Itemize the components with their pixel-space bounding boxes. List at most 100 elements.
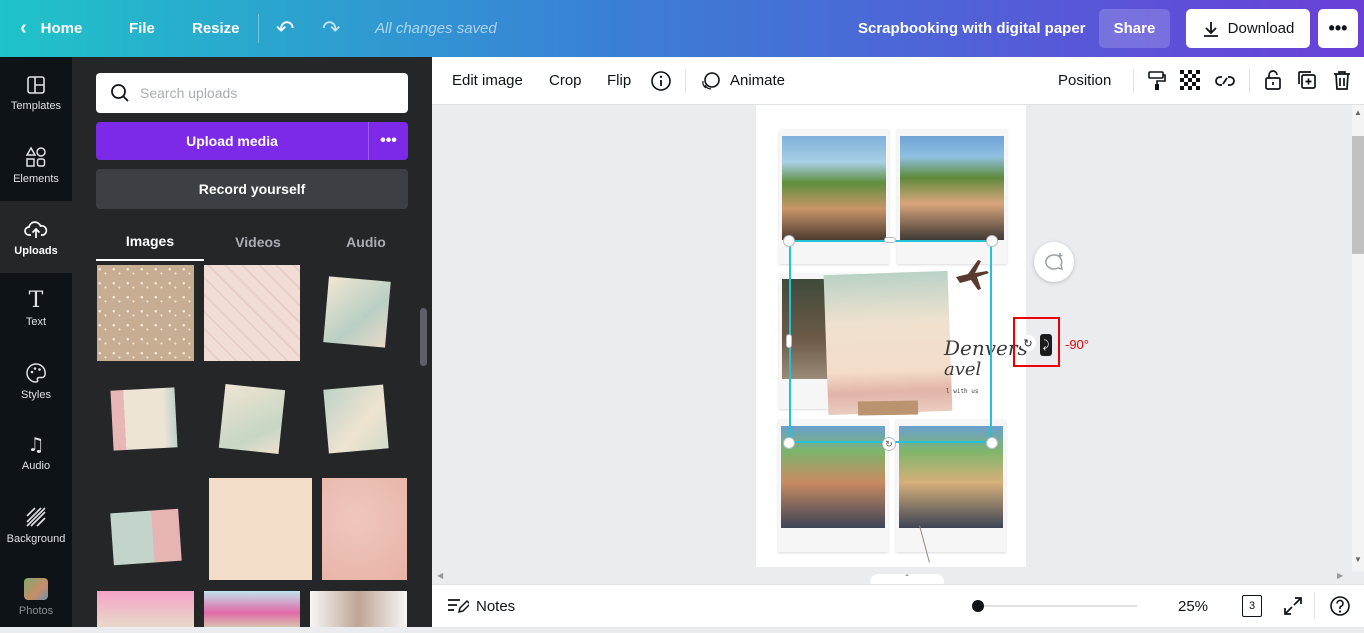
rail-label: Styles: [21, 388, 51, 401]
more-options-icon[interactable]: •••: [1318, 9, 1358, 48]
animate-button[interactable]: Animate: [730, 72, 785, 89]
document-title[interactable]: Scrapbooking with digital paper: [858, 20, 1086, 37]
save-status: All changes saved: [375, 20, 497, 37]
background-icon: [26, 506, 46, 527]
upload-thumbnail[interactable]: [204, 591, 300, 627]
rail-label: Uploads: [14, 244, 58, 257]
transparency-icon[interactable]: [1180, 70, 1200, 90]
rail-item-elements[interactable]: Elements: [0, 129, 72, 201]
upload-cloud-icon: [24, 220, 48, 238]
rail-item-templates[interactable]: Templates: [0, 57, 72, 129]
search-icon: [111, 84, 129, 102]
resize-button[interactable]: Resize: [192, 0, 240, 57]
zoom-level[interactable]: 25%: [1178, 598, 1208, 615]
rail-label: Templates: [10, 99, 62, 112]
scroll-right-icon[interactable]: ▶: [1337, 571, 1343, 580]
upload-thumbnail[interactable]: [110, 387, 178, 451]
info-icon[interactable]: [650, 70, 672, 92]
rotate-handle-icon[interactable]: ↻: [882, 437, 896, 451]
rail-item-uploads[interactable]: Uploads: [0, 201, 72, 273]
link-icon[interactable]: [1213, 70, 1237, 92]
text-icon: T: [28, 287, 44, 313]
animate-icon: [702, 72, 720, 90]
rail-label: Text: [25, 315, 47, 328]
paint-roller-icon[interactable]: [1146, 70, 1168, 92]
divider: [1314, 593, 1315, 619]
upload-thumbnail[interactable]: [204, 265, 300, 361]
download-label: Download: [1227, 20, 1295, 37]
divider: [1133, 69, 1134, 93]
page-count[interactable]: 3: [1242, 595, 1262, 617]
upload-media-button[interactable]: Upload media: [96, 122, 368, 160]
tab-images[interactable]: Images: [96, 223, 204, 261]
upload-thumbnail[interactable]: [310, 591, 407, 627]
notes-icon: [448, 599, 469, 614]
download-button[interactable]: Download: [1186, 9, 1310, 48]
upload-thumbnail[interactable]: [97, 591, 194, 627]
upload-thumbnail[interactable]: [209, 478, 312, 580]
top-bar: ‹ Home File Resize ↶ ↷ All changes saved…: [0, 0, 1364, 57]
resize-handle[interactable]: [986, 235, 998, 247]
music-note-icon: ♫: [27, 433, 45, 456]
position-button[interactable]: Position: [1058, 72, 1111, 89]
zoom-slider-knob[interactable]: [971, 600, 984, 612]
upload-thumbnail[interactable]: [97, 265, 194, 361]
record-yourself-button[interactable]: Record yourself: [96, 169, 408, 209]
tab-videos[interactable]: Videos: [204, 223, 312, 261]
download-icon: [1203, 21, 1218, 37]
rail-label: Elements: [13, 172, 59, 185]
rail-label: Background: [6, 532, 66, 545]
resize-handle[interactable]: [786, 334, 792, 348]
fullscreen-icon[interactable]: [1283, 596, 1303, 616]
vertical-scroll-thumb[interactable]: [1352, 136, 1364, 254]
home-button[interactable]: ‹ Home: [20, 0, 82, 57]
rail-item-photos[interactable]: Photos: [0, 561, 72, 633]
search-input[interactable]: [140, 85, 390, 101]
scroll-up-icon[interactable]: ▲: [1354, 108, 1362, 117]
panel-scrollbar[interactable]: [420, 308, 427, 366]
help-icon[interactable]: [1329, 595, 1351, 617]
context-toolbar: Edit image Crop Flip Animate Position: [432, 57, 1364, 105]
side-rail: Templates Elements Uploads T Text Styles…: [0, 57, 72, 627]
upload-thumbnail[interactable]: [110, 508, 182, 566]
trash-icon[interactable]: [1331, 69, 1353, 91]
resize-handle[interactable]: [986, 437, 998, 449]
palette-icon: [26, 362, 46, 383]
flip-button[interactable]: Flip: [607, 72, 631, 89]
upload-thumbnail[interactable]: [323, 276, 391, 348]
undo-icon[interactable]: ↶: [276, 0, 294, 57]
resize-handle[interactable]: [884, 237, 896, 243]
resize-handle[interactable]: [783, 235, 795, 247]
redo-icon[interactable]: ↷: [322, 0, 340, 57]
add-comment-icon[interactable]: [1034, 242, 1074, 282]
resize-handle[interactable]: [783, 437, 795, 449]
rail-item-text[interactable]: T Text: [0, 273, 72, 345]
lock-icon[interactable]: [1262, 69, 1284, 91]
share-button[interactable]: Share: [1099, 9, 1170, 48]
home-label: Home: [40, 20, 83, 37]
upload-thumbnail[interactable]: [218, 384, 286, 454]
upload-more-icon[interactable]: •••: [368, 122, 408, 160]
zoom-slider-track[interactable]: [973, 605, 1137, 607]
scroll-left-icon[interactable]: ◀: [437, 571, 443, 580]
divider: [1249, 69, 1250, 93]
highlight-box: [1013, 317, 1060, 367]
upload-thumbnail[interactable]: [323, 384, 389, 454]
divider: [258, 14, 259, 43]
uploads-panel: Upload media ••• Record yourself Images …: [72, 57, 432, 627]
bottom-bar: Notes 25% 3: [432, 584, 1364, 627]
file-menu[interactable]: File: [129, 0, 155, 57]
notes-button[interactable]: Notes: [476, 598, 515, 615]
selection-box[interactable]: [789, 240, 992, 443]
tab-audio[interactable]: Audio: [312, 223, 420, 261]
duplicate-icon[interactable]: [1296, 69, 1318, 91]
scroll-down-icon[interactable]: ▼: [1354, 555, 1362, 564]
photos-icon: [24, 577, 48, 600]
rail-item-styles[interactable]: Styles: [0, 345, 72, 417]
search-box[interactable]: [96, 73, 408, 113]
upload-thumbnail[interactable]: [322, 478, 407, 580]
edit-image-button[interactable]: Edit image: [452, 72, 523, 89]
rail-item-background[interactable]: Background: [0, 489, 72, 561]
crop-button[interactable]: Crop: [549, 72, 582, 89]
rail-item-audio[interactable]: ♫ Audio: [0, 417, 72, 489]
